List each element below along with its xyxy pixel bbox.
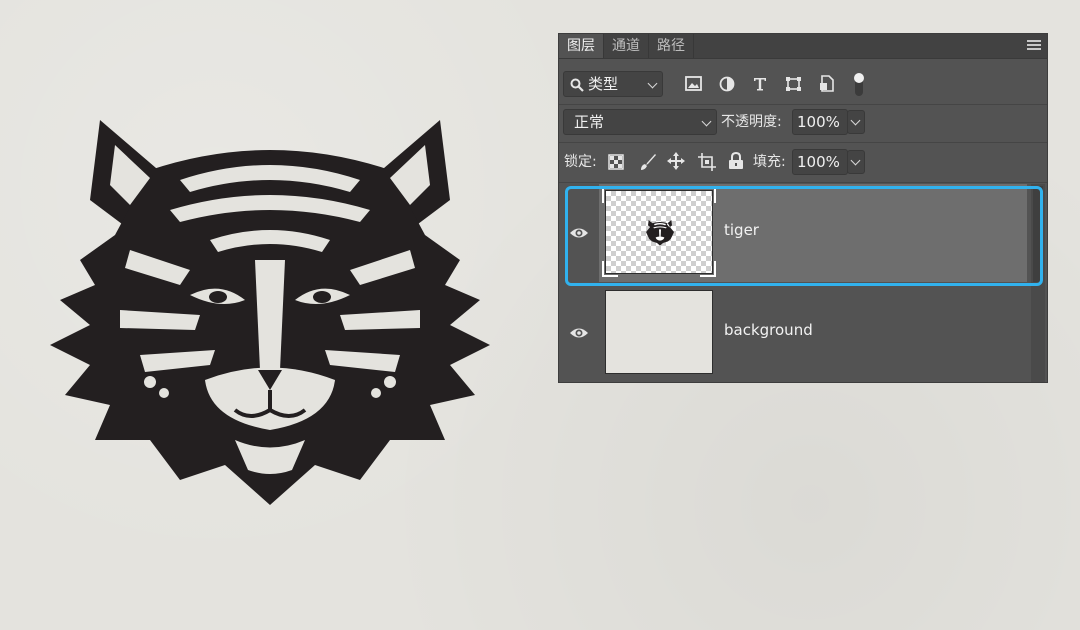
tab-channels[interactable]: 通道	[604, 34, 649, 58]
blend-row: 正常 不透明度: 100%	[559, 109, 1047, 137]
lock-row: 锁定: 填充: 100%	[559, 149, 1047, 177]
panel-menu-icon[interactable]	[1027, 40, 1041, 52]
scrollbar[interactable]	[1031, 184, 1045, 382]
layer-thumbnail	[605, 290, 713, 374]
panel-tab-bar: 图层 通道 路径	[559, 34, 1047, 59]
tab-layers[interactable]: 图层	[559, 34, 604, 58]
filter-row: 类型	[559, 68, 1047, 100]
layer-row-tiger[interactable]: tiger	[599, 184, 1027, 282]
eye-icon	[570, 328, 588, 338]
chevron-down-icon	[701, 116, 712, 127]
text-filter-icon[interactable]	[752, 76, 768, 92]
lock-transparent-pixels-icon[interactable]	[608, 154, 624, 170]
selection-corner	[700, 187, 716, 203]
layers-list: tiger background	[559, 184, 1047, 382]
filter-toggle-icon[interactable]	[853, 70, 865, 98]
divider	[559, 142, 1047, 143]
blend-mode-dropdown[interactable]: 正常	[563, 109, 717, 135]
chevron-down-icon	[850, 155, 861, 166]
opacity-input[interactable]: 100%	[792, 109, 848, 135]
tiger-artwork	[50, 120, 490, 505]
tiger-thumbnail-icon	[646, 220, 674, 246]
opacity-value: 100%	[797, 113, 840, 131]
selection-corner	[700, 261, 716, 277]
lock-image-pixels-icon[interactable]	[639, 153, 657, 171]
opacity-label: 不透明度:	[721, 114, 782, 130]
fill-label: 填充:	[753, 154, 786, 170]
divider	[559, 182, 1047, 183]
scrollbar-thumb[interactable]	[1033, 186, 1043, 282]
adjustment-filter-icon[interactable]	[719, 76, 735, 92]
fill-dropdown-button[interactable]	[847, 150, 865, 174]
opacity-dropdown-button[interactable]	[847, 110, 865, 134]
layer-row-background[interactable]: background	[599, 284, 1027, 382]
fill-value: 100%	[797, 153, 840, 171]
selection-corner	[602, 187, 618, 203]
layer-thumbnail	[602, 187, 716, 277]
visibility-toggle[interactable]	[559, 284, 599, 382]
visibility-toggle[interactable]	[559, 184, 599, 282]
lock-artboard-icon[interactable]	[697, 152, 717, 172]
fill-input[interactable]: 100%	[792, 149, 848, 175]
layers-panel: 图层 通道 路径 类型 正常 不透明度: 100% 锁定: 填充: 100% t…	[558, 33, 1048, 383]
search-icon	[570, 78, 584, 92]
filter-type-dropdown[interactable]: 类型	[563, 71, 663, 97]
tab-paths[interactable]: 路径	[649, 34, 694, 58]
layer-name: tiger	[724, 221, 759, 239]
layer-name: background	[724, 321, 813, 339]
lock-label: 锁定:	[564, 154, 597, 170]
image-filter-icon[interactable]	[685, 76, 702, 91]
lock-all-icon[interactable]	[728, 152, 744, 170]
divider	[559, 104, 1047, 105]
filter-type-label: 类型	[588, 75, 619, 93]
smart-object-filter-icon[interactable]	[819, 75, 834, 92]
chevron-down-icon	[850, 115, 861, 126]
shape-filter-icon[interactable]	[785, 76, 802, 92]
chevron-down-icon	[647, 78, 658, 89]
blend-mode-value: 正常	[574, 113, 605, 131]
eye-icon	[570, 228, 588, 238]
lock-position-icon[interactable]	[667, 152, 685, 170]
selection-corner	[602, 261, 618, 277]
